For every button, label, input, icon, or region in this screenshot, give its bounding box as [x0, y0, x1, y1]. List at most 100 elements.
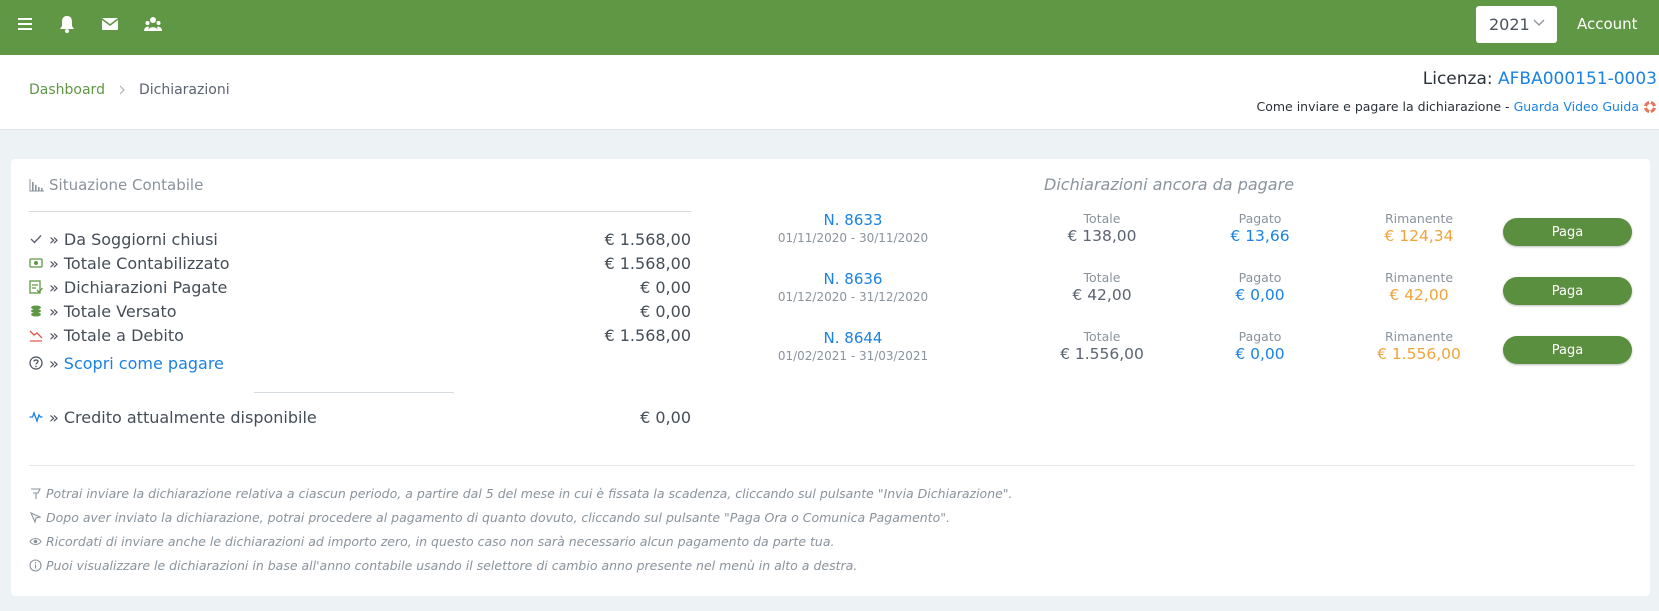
declaration-period: 01/02/2021 - 31/03/2021	[777, 349, 929, 363]
info-note: Dopo aver inviato la dichiarazione, potr…	[29, 510, 950, 525]
info-note: Potrai inviare la dichiarazione relativa…	[29, 486, 1013, 501]
discover-payment-link[interactable]: Scopri come pagare	[64, 354, 691, 373]
declaration-item: N. 8633 01/11/2020 - 30/11/2020	[753, 211, 953, 245]
account-menu[interactable]: Account	[1577, 15, 1638, 33]
note-text: Dopo aver inviato la dichiarazione, potr…	[46, 510, 950, 525]
pay-button[interactable]: Paga	[1503, 336, 1632, 364]
acc-label: » Totale Contabilizzato	[49, 253, 230, 273]
info-note: Puoi visualizzare le dichiarazioni in ba…	[29, 558, 857, 573]
declaration-item: N. 8636 01/12/2020 - 31/12/2020	[753, 270, 953, 304]
total-value: € 138,00	[1067, 227, 1137, 245]
bell-icon[interactable]	[57, 14, 77, 34]
coins-icon	[31, 305, 41, 317]
checklist-icon	[29, 280, 43, 294]
acc-label: » Totale Versato	[49, 301, 177, 321]
guide-text: Come inviare e pagare la dichiarazione -	[1256, 99, 1510, 114]
remaining-cell: Rimanente € 42,00	[1349, 270, 1489, 304]
page-header: Dashboard Dichiarazioni Licenza: AFBA000…	[0, 55, 1659, 130]
acc-value: € 0,00	[640, 277, 691, 297]
info-icon	[29, 559, 42, 572]
mail-icon[interactable]	[100, 14, 120, 34]
trend-down-icon	[29, 330, 43, 342]
acc-label: » Totale a Debito	[49, 325, 184, 345]
money-icon	[29, 258, 43, 268]
credit-row: » Credito attualmente disponibile € 0,00	[29, 406, 691, 428]
section-title-text: Situazione Contabile	[49, 176, 204, 194]
check-icon	[30, 235, 42, 244]
divider	[29, 211, 691, 212]
total-value: € 1.556,00	[1060, 345, 1144, 363]
total-header: Totale	[1083, 270, 1121, 285]
note-text: Puoi visualizzare le dichiarazioni in ba…	[46, 558, 858, 573]
paid-value: € 13,66	[1230, 227, 1290, 245]
declaration-number[interactable]: N. 8644	[753, 329, 953, 347]
declaration-period: 01/12/2020 - 31/12/2020	[777, 290, 929, 304]
info-note: Ricordati di inviare anche le dichiarazi…	[29, 534, 834, 549]
bar-chart-icon	[29, 179, 44, 192]
acc-row-versato: » Totale Versato € 0,00	[29, 300, 691, 322]
pending-declarations-title: Dichiarazioni ancora da pagare	[1044, 175, 1295, 194]
license-code[interactable]: AFBA000151-0003	[1498, 69, 1657, 89]
declaration-number[interactable]: N. 8633	[753, 211, 953, 229]
remaining-cell: Rimanente € 124,34	[1349, 211, 1489, 245]
chevron-right-icon	[119, 85, 125, 95]
total-cell: Totale € 1.556,00	[1032, 329, 1172, 363]
declaration-number[interactable]: N. 8636	[753, 270, 953, 288]
acc-value: € 0,00	[640, 301, 691, 321]
paid-value: € 0,00	[1235, 345, 1285, 363]
menu-icon[interactable]	[16, 14, 36, 34]
year-selector[interactable]: 2021	[1476, 6, 1557, 43]
license-info: Licenza: AFBA000151-0003	[1423, 69, 1657, 89]
chevron-down-icon	[1533, 19, 1545, 26]
declaration-period: 01/11/2020 - 30/11/2020	[777, 231, 929, 245]
paid-header: Pagato	[1238, 270, 1282, 285]
total-cell: Totale € 138,00	[1032, 211, 1172, 245]
eye-icon	[29, 537, 42, 546]
remaining-header: Rimanente	[1384, 329, 1454, 344]
credit-value: € 0,00	[640, 407, 691, 427]
declaration-item: N. 8644 01/02/2021 - 31/03/2021	[753, 329, 953, 363]
remaining-value: € 124,34	[1384, 227, 1454, 245]
note-text: Ricordati di inviare anche le dichiarazi…	[46, 534, 835, 549]
paid-header: Pagato	[1238, 211, 1282, 226]
paid-header: Pagato	[1238, 329, 1282, 344]
guide-info: Come inviare e pagare la dichiarazione -…	[1256, 99, 1657, 114]
main-card: Situazione Contabile » Da Soggiorni chiu…	[11, 159, 1650, 596]
help-circle-icon	[29, 356, 43, 370]
total-value: € 42,00	[1072, 286, 1132, 304]
license-label: Licenza:	[1422, 69, 1493, 89]
cursor-icon	[29, 511, 42, 524]
discover-prefix: »	[49, 353, 59, 373]
year-value: 2021	[1489, 15, 1530, 34]
divider	[254, 392, 454, 393]
paid-cell: Pagato € 13,66	[1190, 211, 1330, 245]
discover-row: » Scopri come pagare	[29, 352, 691, 374]
breadcrumb-dashboard[interactable]: Dashboard	[29, 82, 105, 98]
pin-icon	[31, 488, 41, 499]
acc-label: » Da Soggiorni chiusi	[49, 229, 218, 249]
total-header: Totale	[1083, 211, 1121, 226]
breadcrumb-current: Dichiarazioni	[138, 82, 230, 98]
video-guide-link[interactable]: Guarda Video Guida	[1514, 99, 1639, 114]
section-title: Situazione Contabile	[29, 176, 203, 194]
acc-value: € 1.568,00	[604, 253, 691, 273]
breadcrumb: Dashboard Dichiarazioni	[29, 82, 230, 98]
credit-label: » Credito attualmente disponibile	[49, 407, 317, 427]
acc-value: € 1.568,00	[604, 325, 691, 345]
pay-button[interactable]: Paga	[1503, 218, 1632, 246]
users-icon[interactable]	[143, 14, 163, 34]
pay-button[interactable]: Paga	[1503, 277, 1632, 305]
acc-row-debito: » Totale a Debito € 1.568,00	[29, 324, 691, 346]
acc-row-contabilizzato: » Totale Contabilizzato € 1.568,00	[29, 252, 691, 274]
remaining-header: Rimanente	[1384, 270, 1454, 285]
acc-label: » Dichiarazioni Pagate	[49, 277, 228, 297]
remaining-header: Rimanente	[1384, 211, 1454, 226]
total-cell: Totale € 42,00	[1032, 270, 1172, 304]
remaining-value: € 1.556,00	[1377, 345, 1461, 363]
remaining-cell: Rimanente € 1.556,00	[1349, 329, 1489, 363]
pulse-icon	[29, 411, 43, 423]
divider	[29, 465, 1634, 466]
lifebuoy-icon	[1643, 100, 1657, 113]
paid-value: € 0,00	[1235, 286, 1285, 304]
acc-value: € 1.568,00	[604, 229, 691, 249]
